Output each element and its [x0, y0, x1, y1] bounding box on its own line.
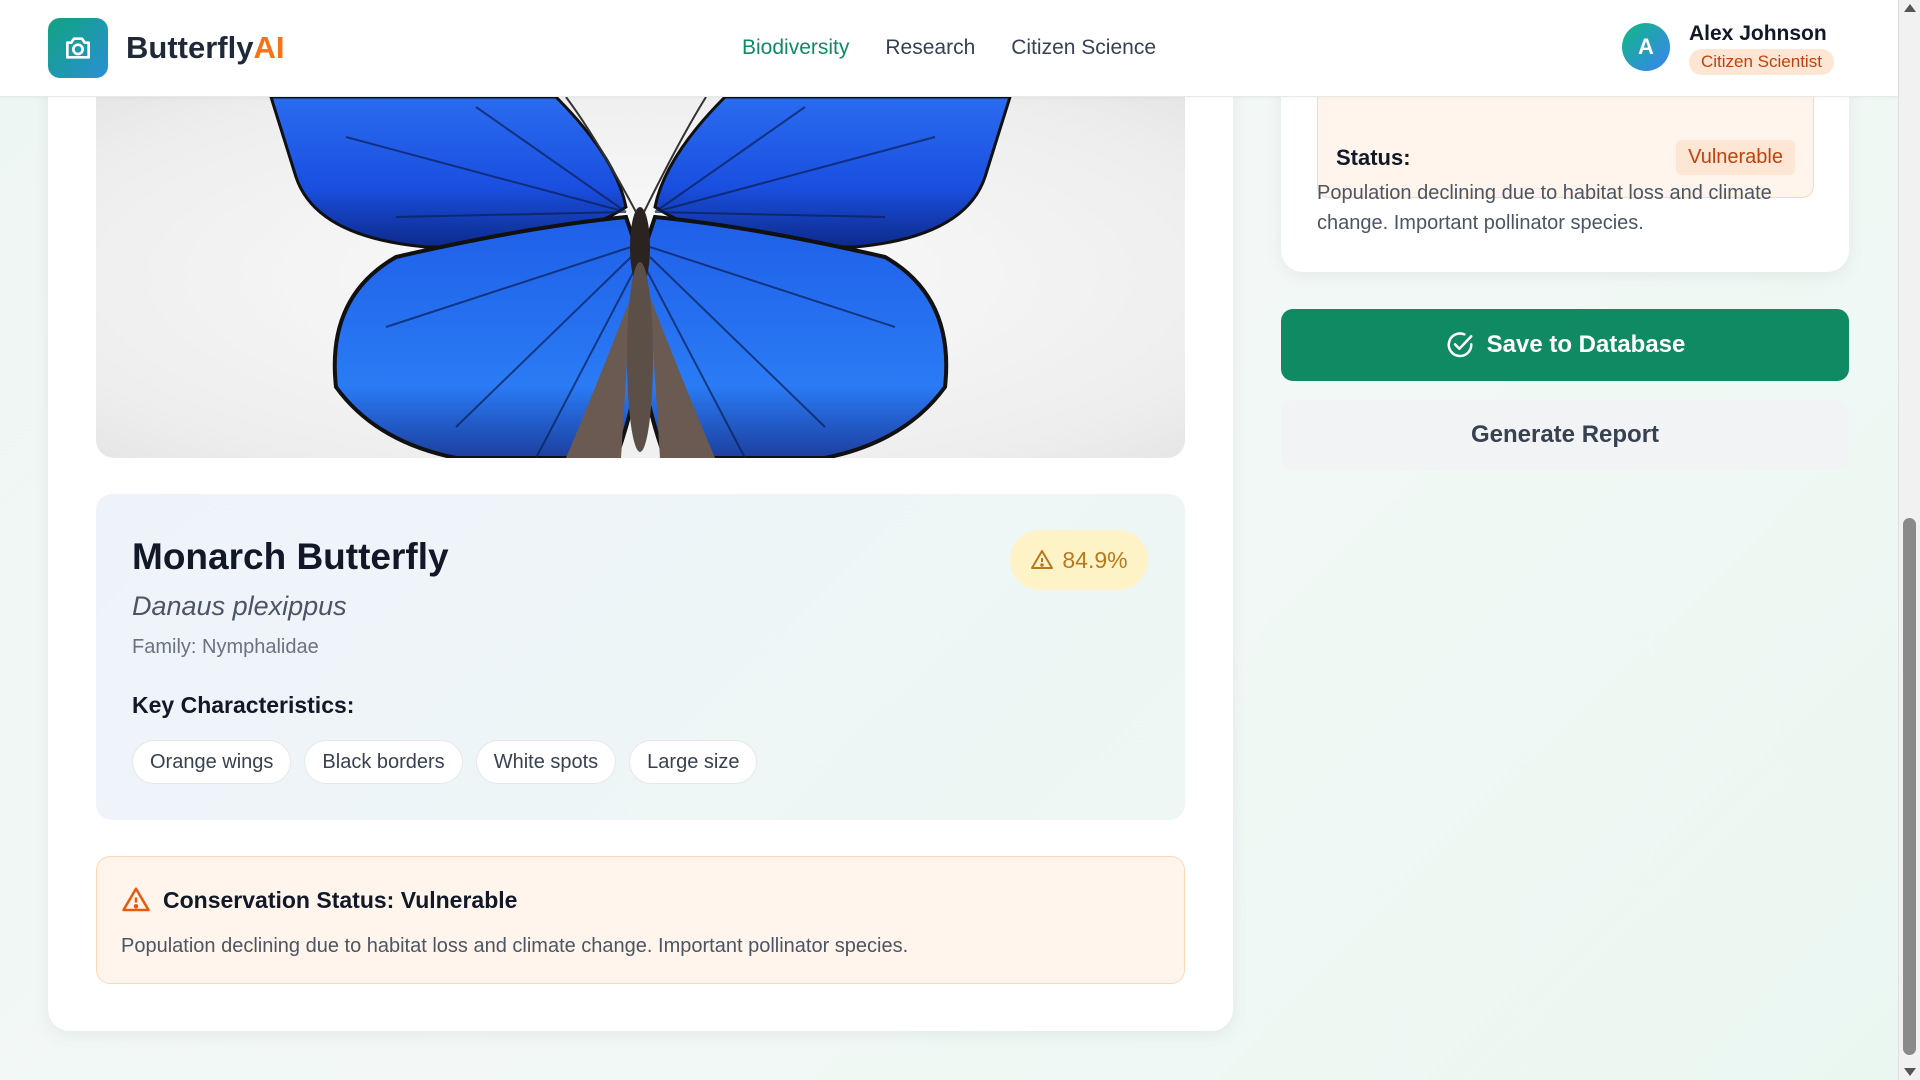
nav-biodiversity[interactable]: Biodiversity	[742, 36, 849, 60]
species-info-panel: Monarch Butterfly Danaus plexippus Famil…	[96, 494, 1185, 820]
characteristic-chip: Orange wings	[132, 740, 292, 784]
scroll-up-arrow-icon[interactable]	[1904, 4, 1916, 12]
avatar[interactable]: A	[1622, 23, 1670, 71]
confidence-value: 84.9%	[1062, 546, 1128, 573]
conservation-alert-title: Conservation Status: Vulnerable	[163, 887, 518, 913]
characteristic-chip: Black borders	[304, 740, 463, 784]
brand-name[interactable]: ButterflyAI	[126, 30, 284, 66]
brand-name-accent: AI	[253, 30, 285, 65]
user-role-badge: Citizen Scientist	[1689, 49, 1834, 75]
confidence-badge: 84.9%	[1010, 530, 1148, 590]
nav-research[interactable]: Research	[885, 36, 975, 60]
butterfly-photo	[96, 97, 1185, 458]
conservation-alert: Conservation Status: Vulnerable Populati…	[96, 856, 1185, 984]
page-scrollbar[interactable]	[1898, 0, 1920, 1080]
species-common-name: Monarch Butterfly	[132, 536, 449, 577]
warning-icon	[122, 887, 150, 912]
check-circle-icon	[1447, 332, 1473, 358]
status-badge: Vulnerable	[1676, 140, 1795, 175]
main-nav: Biodiversity Research Citizen Science	[742, 36, 1156, 60]
species-family: Family: Nymphalidae	[132, 636, 319, 658]
characteristic-chip: White spots	[475, 740, 617, 784]
generate-report-button[interactable]: Generate Report	[1281, 400, 1849, 470]
status-description: Population declining due to habitat loss…	[1317, 182, 1772, 234]
top-navigation-bar: ButterflyAI Biodiversity Research Citize…	[0, 0, 1898, 97]
characteristics-title: Key Characteristics:	[132, 692, 355, 718]
butterfly-illustration	[269, 97, 1012, 458]
characteristics-list: Orange wings Black borders White spots L…	[132, 740, 758, 784]
brand-logo[interactable]	[48, 18, 108, 78]
status-label: Status:	[1336, 145, 1411, 170]
nav-citizen-science[interactable]: Citizen Science	[1011, 36, 1156, 60]
camera-icon	[66, 37, 90, 59]
user-name[interactable]: Alex Johnson	[1689, 22, 1827, 46]
brand-name-main: Butterfly	[126, 30, 254, 65]
scroll-thumb[interactable]	[1903, 518, 1916, 1055]
scroll-down-arrow-icon[interactable]	[1904, 1068, 1916, 1076]
characteristic-chip: Large size	[629, 740, 758, 784]
species-scientific-name: Danaus plexippus	[132, 591, 347, 621]
warning-icon	[1031, 550, 1054, 569]
save-to-database-button[interactable]: Save to Database	[1281, 309, 1849, 381]
conservation-alert-text: Population declining due to habitat loss…	[121, 935, 909, 957]
save-button-label: Save to Database	[1486, 331, 1686, 358]
